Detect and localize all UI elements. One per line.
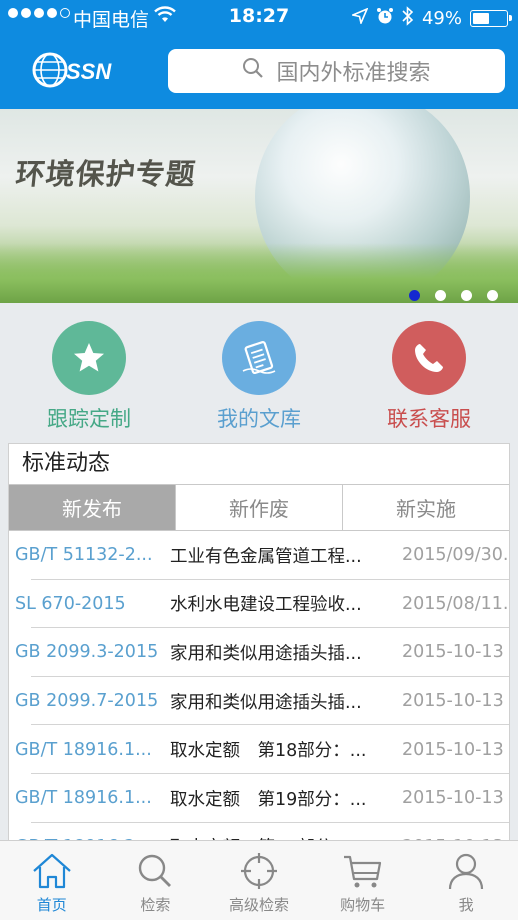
- page-dot[interactable]: [487, 290, 498, 301]
- search-icon: [139, 854, 172, 887]
- contact-support-label: 联系客服: [387, 407, 471, 431]
- standards-news-card: 标准动态 新发布 新作废 新实施 GB/T 51132-2... 工业有色金属管道…: [8, 443, 510, 843]
- tab-new-abolished[interactable]: 新作废: [175, 485, 342, 530]
- standard-title: 工业有色金属管道工程...: [170, 546, 362, 567]
- tab-cart[interactable]: 购物车: [311, 841, 415, 920]
- track-custom-button[interactable]: 跟踪定制: [24, 321, 154, 433]
- search-placeholder: 国内外标准搜索: [276, 61, 431, 86]
- tab-advanced-search[interactable]: 高级检索: [207, 841, 311, 920]
- battery-percent: 49%: [421, 8, 462, 29]
- publish-date: 2015-10-13: [402, 739, 504, 760]
- standard-title: 家用和类似用途插头插...: [170, 643, 362, 664]
- battery-icon: [470, 10, 512, 27]
- user-icon: [449, 853, 484, 890]
- bluetooth-icon: [402, 6, 414, 31]
- cart-icon: [343, 855, 381, 888]
- ssn-logo[interactable]: SSN: [30, 47, 122, 93]
- crosshair-icon: [240, 853, 277, 889]
- quick-actions: 跟踪定制 我的文库 联系客服: [0, 303, 518, 443]
- publish-date: 2015/09/30.: [402, 545, 509, 566]
- page-dot[interactable]: [409, 290, 420, 301]
- page-dot[interactable]: [461, 290, 472, 301]
- banner-title: 环境保护专题: [14, 157, 198, 191]
- search-bar[interactable]: 国内外标准搜索: [168, 49, 505, 93]
- logo-text: SSN: [66, 59, 112, 84]
- standard-code: GB 2099.7-2015: [15, 691, 159, 712]
- publish-date: 2015-10-13: [402, 691, 504, 712]
- standard-code: GB/T 18916.1...: [15, 739, 152, 760]
- status-bar: 中国电信 18:27 49%: [0, 0, 518, 34]
- document-icon: [222, 321, 296, 395]
- tab-new-implemented[interactable]: 新实施: [342, 485, 509, 530]
- news-row[interactable]: GB/T 18916.1... 取水定额 第18部分：... 2015-10-13: [9, 725, 509, 774]
- star-icon: [52, 321, 126, 395]
- phone-icon: [392, 321, 466, 395]
- home-icon: [33, 853, 71, 889]
- news-row[interactable]: SL 670-2015 水利水电建设工程验收... 2015/08/11.: [9, 580, 509, 629]
- location-arrow-icon: [350, 7, 369, 29]
- track-custom-label: 跟踪定制: [47, 407, 131, 431]
- section-title: 标准动态: [22, 451, 111, 476]
- news-list: GB/T 51132-2... 工业有色金属管道工程... 2015/09/30. S…: [9, 531, 509, 842]
- publish-date: 2015-10-13: [402, 642, 504, 663]
- news-row[interactable]: GB/T 51132-2... 工业有色金属管道工程... 2015/09/30.: [9, 531, 509, 580]
- standard-code: SL 670-2015: [15, 593, 126, 614]
- standard-code: GB/T 18916.1...: [15, 788, 152, 809]
- page-dot[interactable]: [435, 290, 446, 301]
- news-row[interactable]: GB/T 18916.1... 取水定额 第19部分：... 2015-10-13: [9, 774, 509, 823]
- standard-title: 水利水电建设工程验收...: [170, 595, 362, 616]
- bottom-tab-bar: 首页 检索 高级检索 购物车 我: [0, 840, 518, 920]
- banner-page-indicator[interactable]: [409, 290, 498, 301]
- tab-home[interactable]: 首页: [0, 841, 104, 920]
- publish-date: 2015/08/11.: [402, 593, 509, 614]
- search-icon: [242, 57, 264, 85]
- app-header: 中国电信 18:27 49% SSN 国内外标准搜索: [0, 0, 518, 109]
- standard-title: 家用和类似用途插头插...: [170, 692, 362, 713]
- alarm-icon: [376, 7, 394, 30]
- news-row[interactable]: GB 2099.3-2015 家用和类似用途插头插... 2015-10-13: [9, 628, 509, 677]
- tab-new-release[interactable]: 新发布: [9, 485, 175, 530]
- standard-title: 取水定额 第19部分：...: [170, 789, 367, 810]
- my-library-button[interactable]: 我的文库: [194, 321, 324, 433]
- my-library-label: 我的文库: [217, 407, 301, 431]
- promo-banner[interactable]: 环境保护专题: [0, 109, 518, 303]
- news-row[interactable]: GB 2099.7-2015 家用和类似用途插头插... 2015-10-13: [9, 677, 509, 726]
- standard-code: GB/T 51132-2...: [15, 545, 153, 566]
- publish-date: 2015-10-13: [402, 788, 504, 809]
- tab-search[interactable]: 检索: [104, 841, 208, 920]
- standard-code: GB 2099.3-2015: [15, 642, 159, 663]
- standard-title: 取水定额 第18部分：...: [170, 741, 367, 762]
- contact-support-button[interactable]: 联系客服: [364, 321, 494, 433]
- news-tabs: 新发布 新作废 新实施: [9, 484, 509, 531]
- tab-me[interactable]: 我: [414, 841, 518, 920]
